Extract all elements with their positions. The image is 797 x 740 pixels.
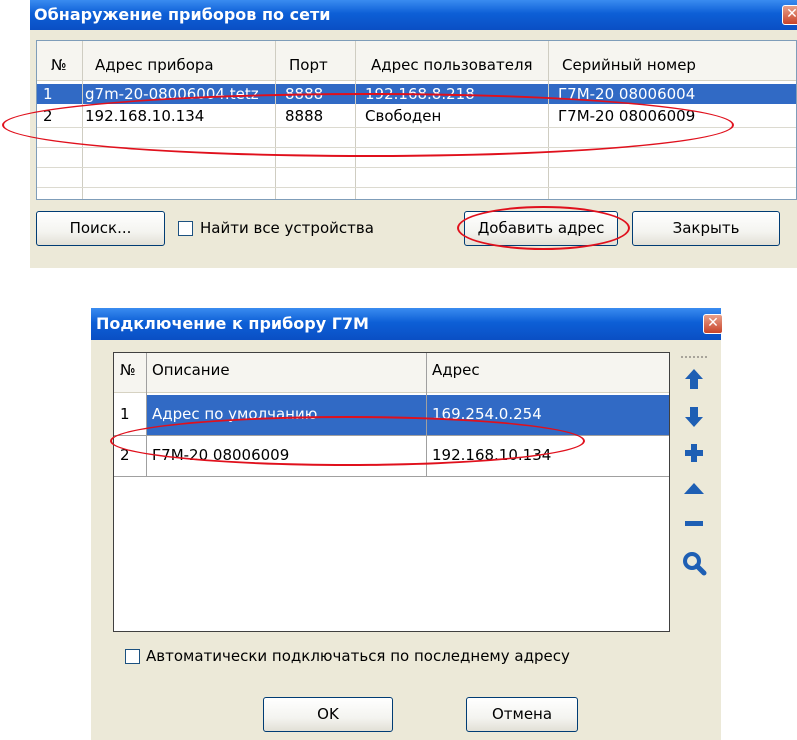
auto-connect-label: Автоматически подключаться по последнему…	[146, 647, 570, 665]
row-1-serial: Г7М-20 08006004	[558, 85, 696, 103]
column-header-num[interactable]: №	[51, 56, 67, 74]
row-2-description: Г7М-20 08006009	[152, 446, 290, 464]
connect-title-bar[interactable]: Подключение к прибору Г7М	[91, 308, 721, 340]
grid-line	[355, 41, 356, 199]
grid-line	[37, 127, 796, 128]
grid-line	[275, 41, 276, 199]
row-2-num: 2	[43, 107, 53, 125]
column-header-serial[interactable]: Серийный номер	[562, 56, 696, 74]
plus-icon[interactable]	[681, 440, 707, 466]
row-1-address: 169.254.0.254	[432, 405, 542, 423]
find-all-label: Найти все устройства	[200, 219, 374, 237]
grid-line	[37, 167, 796, 168]
arrow-up-icon[interactable]	[681, 366, 707, 392]
discovery-title-bar[interactable]: Обнаружение приборов по сети	[30, 0, 797, 30]
grid-line	[548, 41, 549, 199]
search-button[interactable]: Поиск...	[36, 211, 165, 246]
column-header-device-address[interactable]: Адрес прибора	[95, 56, 214, 74]
row-2-serial: Г7М-20 08006009	[558, 107, 696, 125]
row-1-num: 1	[43, 85, 53, 103]
close-icon[interactable]: ✕	[782, 5, 797, 25]
connect-title: Подключение к прибору Г7М	[96, 314, 369, 333]
grid-line	[37, 187, 796, 188]
column-header-address[interactable]: Адрес	[432, 361, 480, 379]
column-header-user-address[interactable]: Адрес пользователя	[371, 56, 533, 74]
row-2-address: 192.168.10.134	[432, 446, 552, 464]
discovery-title: Обнаружение приборов по сети	[34, 5, 331, 24]
row-2-num: 2	[120, 446, 130, 464]
row-1-port: 8888	[285, 85, 324, 103]
grid-line	[82, 41, 83, 199]
column-header-description[interactable]: Описание	[152, 361, 230, 379]
row-1-address: g7m-20-08006004.tetz	[85, 85, 259, 103]
row-2-user: Свободен	[365, 107, 442, 125]
row-2-port: 8888	[285, 107, 324, 125]
address-table: № Описание Адрес 1 Адрес по умолчанию 16…	[113, 352, 670, 632]
device-table: № Адрес прибора Порт Адрес пользователя …	[36, 40, 797, 200]
column-header-port[interactable]: Порт	[289, 56, 328, 74]
grid-line	[426, 353, 427, 477]
auto-connect-checkbox[interactable]	[125, 649, 140, 664]
column-header-num[interactable]: №	[120, 361, 136, 379]
minus-icon[interactable]	[681, 510, 707, 536]
find-all-checkbox[interactable]	[178, 221, 193, 236]
ok-button[interactable]: OK	[263, 697, 393, 732]
arrow-down-icon[interactable]	[681, 404, 707, 430]
grid-line	[114, 435, 669, 436]
add-address-button[interactable]: Добавить адрес	[464, 211, 618, 246]
toolbar-grip	[681, 356, 707, 360]
connect-window: Подключение к прибору Г7М ✕ № Описание А…	[91, 308, 723, 740]
grid-line	[37, 147, 796, 148]
close-icon[interactable]: ✕	[703, 314, 723, 334]
grid-line	[114, 476, 669, 477]
cancel-button[interactable]: Отмена	[466, 697, 578, 732]
close-button[interactable]: Закрыть	[632, 211, 780, 246]
discovery-window: Обнаружение приборов по сети ✕ № Адрес п…	[30, 0, 797, 268]
row-2-address: 192.168.10.134	[85, 107, 205, 125]
row-1-user: 192.168.8.218	[365, 85, 475, 103]
row-1-num: 1	[120, 405, 130, 423]
magnifier-icon[interactable]	[681, 550, 707, 576]
grid-line	[146, 353, 147, 477]
triangle-up-icon[interactable]	[681, 476, 707, 502]
row-1-description: Адрес по умолчанию	[152, 405, 318, 423]
